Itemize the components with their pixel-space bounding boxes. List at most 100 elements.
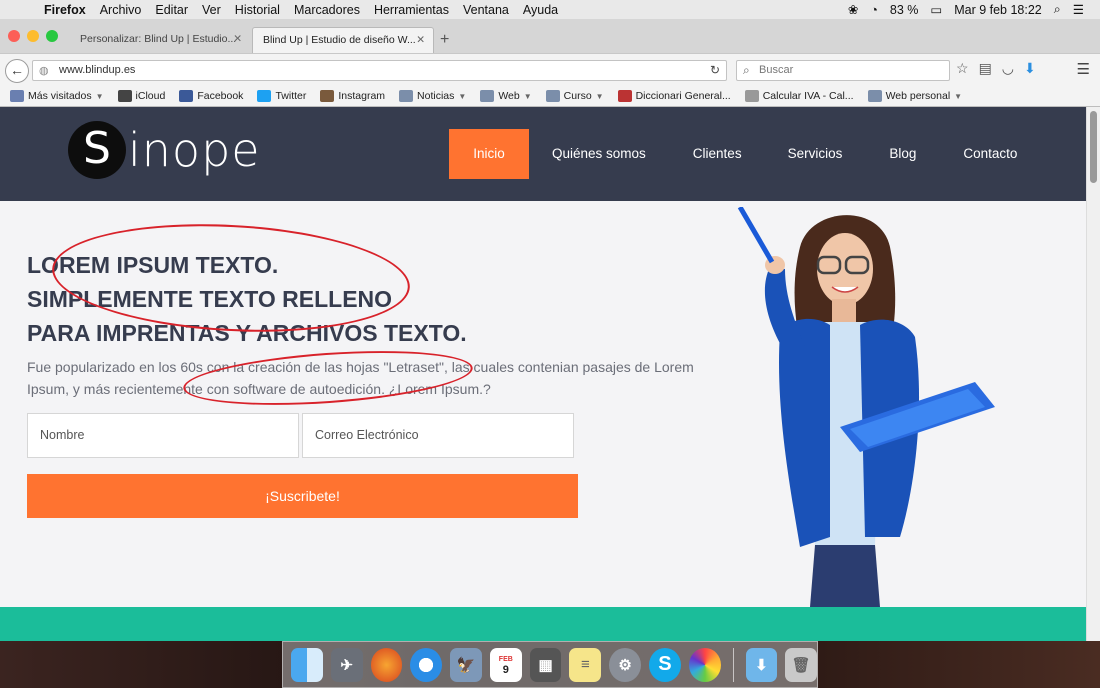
folder-icon — [10, 90, 24, 102]
menu-ver[interactable]: Ver — [202, 3, 221, 17]
scrollbar-thumb[interactable] — [1090, 111, 1097, 183]
skype-icon[interactable]: S — [649, 647, 681, 682]
search-input[interactable]: ⌕ Buscar — [736, 60, 950, 81]
menu-editar[interactable]: Editar — [155, 3, 188, 17]
nav-quienes-somos[interactable]: Quiénes somos — [552, 129, 646, 179]
firefox-icon[interactable] — [370, 647, 403, 682]
site-identity-icon[interactable]: ◍ — [39, 64, 49, 77]
wifi-icon[interactable]: ◔ — [870, 3, 878, 17]
name-field[interactable]: Nombre — [27, 413, 299, 458]
bookmark-item[interactable]: Noticias ▼ — [399, 90, 466, 102]
menu-herramientas[interactable]: Herramientas — [374, 3, 449, 17]
bookmark-favicon-icon — [257, 90, 272, 102]
battery-percent[interactable]: 83 % — [890, 3, 919, 17]
menu-icon[interactable]: ☰ — [1077, 60, 1090, 78]
close-tab-icon[interactable]: ✕ — [233, 33, 242, 45]
menu-marcadores[interactable]: Marcadores — [294, 3, 360, 17]
menu-historial[interactable]: Historial — [235, 3, 280, 17]
trash-icon[interactable]: 🗑 — [785, 647, 818, 682]
accessibility-icon[interactable]: ❀ — [848, 2, 858, 17]
menu-archivo[interactable]: Archivo — [100, 3, 142, 17]
bookmark-item[interactable]: Más visitados ▼ — [10, 90, 104, 102]
hero-line-1: LOREM IPSUM TEXTO. — [27, 252, 279, 278]
downloads-icon[interactable]: ⬇ — [1024, 60, 1036, 77]
address-bar[interactable]: ◍ www.blindup.es ↻ — [32, 60, 727, 81]
notes-icon[interactable]: ≡ — [569, 647, 602, 682]
folder-icon — [545, 90, 560, 102]
nav-servicios[interactable]: Servicios — [788, 129, 843, 179]
toolbar-icons: ☆ ▤ ◡ ⬇ — [956, 60, 1036, 77]
battery-icon[interactable]: ▭ — [930, 2, 942, 17]
bookmark-label: Noticias — [417, 90, 455, 102]
clock[interactable]: Mar 9 feb 18:22 — [954, 3, 1042, 17]
hero-woman-image — [737, 207, 995, 607]
bookmark-item[interactable]: Instagram — [320, 90, 385, 102]
bookmark-favicon-icon — [744, 90, 759, 102]
site-logo[interactable]: S inope — [68, 121, 261, 179]
bookmark-item[interactable]: Web ▼ — [480, 90, 532, 102]
bookmark-favicon-icon — [117, 90, 132, 102]
nav-inicio[interactable]: Inicio — [449, 129, 529, 179]
chevron-down-icon: ▼ — [523, 91, 532, 101]
preview-icon[interactable]: 🦅 — [450, 647, 482, 682]
reading-list-icon[interactable]: ▤ — [979, 60, 992, 77]
launchpad-icon[interactable]: ✈ — [330, 647, 363, 682]
bookmark-favicon-icon — [179, 90, 194, 102]
site-nav: Inicio Quiénes somos Clientes Servicios … — [449, 129, 1017, 179]
hero-description: Fue popularizado en los 60s con la creac… — [27, 359, 694, 397]
calendar-icon[interactable]: FEB 9 — [489, 647, 522, 682]
minimize-window-button[interactable] — [27, 30, 39, 42]
spotlight-icon[interactable]: ⌕ — [1054, 2, 1061, 17]
bookmark-label: Web — [498, 90, 520, 102]
hero-line-2: SIMPLEMENTE TEXTO RELLENO — [27, 286, 393, 312]
chevron-down-icon: ▼ — [95, 91, 104, 101]
bookmark-item[interactable]: Web personal ▼ — [867, 90, 962, 102]
bookmark-label: Calcular IVA - Cal... — [762, 90, 854, 102]
close-window-button[interactable] — [8, 30, 20, 42]
bookmark-item[interactable]: Facebook — [179, 90, 243, 102]
bookmark-item[interactable]: Diccionari General... — [617, 90, 731, 102]
calendar-month: FEB — [498, 655, 513, 663]
bookmark-label: Twitter — [275, 90, 307, 102]
close-tab-icon[interactable]: ✕ — [416, 34, 425, 46]
web-page: S inope Inicio Quiénes somos Clientes Se… — [0, 107, 1086, 641]
tab-blindup[interactable]: Blind Up | Estudio de diseño W... ✕ — [252, 27, 434, 53]
reload-icon[interactable]: ↻ — [710, 63, 720, 77]
bookmarks-toolbar: Más visitados ▼ iCloud Facebook Twitter Insta… — [0, 86, 1100, 107]
tab-personalizar[interactable]: Personalizar: Blind Up | Estudio... ✕ — [70, 27, 250, 53]
notification-center-icon[interactable]: ☰ — [1073, 2, 1084, 17]
bookmark-item[interactable]: Curso ▼ — [545, 90, 604, 102]
photos-icon[interactable] — [688, 647, 721, 682]
finder-icon[interactable] — [291, 647, 323, 682]
pocket-icon[interactable]: ◡ — [1002, 60, 1014, 77]
email-field[interactable]: Correo Electrónico — [302, 413, 574, 458]
bookmark-label: Web personal — [885, 90, 951, 102]
menu-ventana[interactable]: Ventana — [463, 3, 509, 17]
menu-app-name[interactable]: Firefox — [44, 3, 86, 17]
new-tab-icon[interactable]: + — [440, 31, 449, 49]
calendar-day: 9 — [502, 663, 509, 676]
hero-title: LOREM IPSUM TEXTO. SIMPLEMENTE TEXTO REL… — [27, 248, 467, 350]
nav-blog[interactable]: Blog — [889, 129, 916, 179]
teal-section-band — [0, 607, 1086, 641]
bookmark-star-icon[interactable]: ☆ — [956, 60, 969, 77]
window-controls — [8, 30, 58, 42]
menu-ayuda[interactable]: Ayuda — [523, 3, 558, 17]
downloads-folder-icon[interactable]: ⬇ — [745, 647, 778, 682]
back-button[interactable]: ← — [5, 59, 29, 83]
bookmark-label: Facebook — [197, 90, 244, 102]
page-scrollbar[interactable] — [1086, 107, 1100, 641]
folder-icon — [480, 90, 495, 102]
bookmark-label: iCloud — [135, 90, 166, 102]
nav-clientes[interactable]: Clientes — [693, 129, 742, 179]
bookmark-label: Curso — [563, 90, 592, 102]
bookmark-item[interactable]: Calcular IVA - Cal... — [744, 90, 854, 102]
safari-icon[interactable] — [410, 647, 443, 682]
system-preferences-icon[interactable]: ⚙ — [609, 647, 642, 682]
calculator-icon[interactable]: ▦ — [529, 647, 562, 682]
bookmark-item[interactable]: iCloud — [117, 90, 166, 102]
zoom-window-button[interactable] — [46, 30, 58, 42]
subscribe-button[interactable]: ¡Suscribete! — [27, 474, 578, 518]
bookmark-item[interactable]: Twitter — [257, 90, 306, 102]
nav-contacto[interactable]: Contacto — [963, 129, 1017, 179]
